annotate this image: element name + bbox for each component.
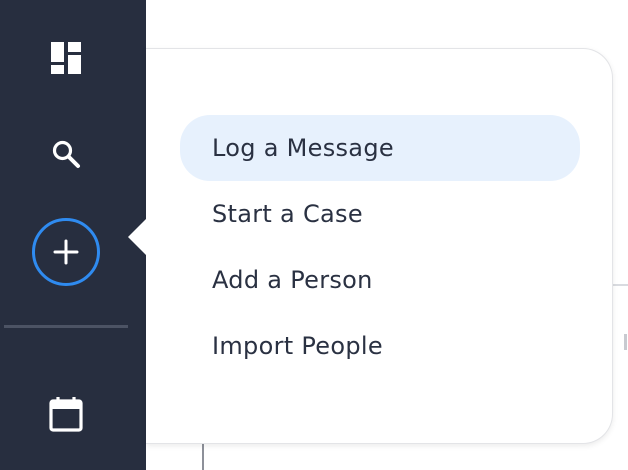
plus-icon [53, 239, 79, 265]
sidebar [0, 0, 146, 470]
background-border [202, 442, 204, 470]
background-divider-tick [624, 334, 627, 350]
menu-item-label: Add a Person [212, 266, 373, 294]
nav-dashboard-button[interactable] [0, 28, 132, 88]
calendar-icon [49, 396, 83, 432]
menu-item-log-message[interactable]: Log a Message [180, 115, 580, 181]
nav-calendar-button[interactable] [0, 384, 132, 444]
nav-search-button[interactable] [0, 124, 132, 184]
create-menu-popover: Log a Message Start a Case Add a Person … [146, 48, 613, 444]
menu-item-add-person[interactable]: Add a Person [180, 247, 580, 313]
menu-item-label: Log a Message [212, 134, 394, 162]
menu-item-label: Start a Case [212, 200, 363, 228]
search-icon [51, 139, 81, 169]
menu-item-label: Import People [212, 332, 383, 360]
popover-caret [128, 219, 146, 255]
sidebar-divider [4, 325, 128, 328]
menu-item-start-case[interactable]: Start a Case [180, 181, 580, 247]
dashboard-icon [51, 42, 81, 74]
menu-item-import-people[interactable]: Import People [180, 313, 580, 379]
create-button-ring [32, 218, 100, 286]
nav-create-button[interactable] [0, 218, 132, 286]
